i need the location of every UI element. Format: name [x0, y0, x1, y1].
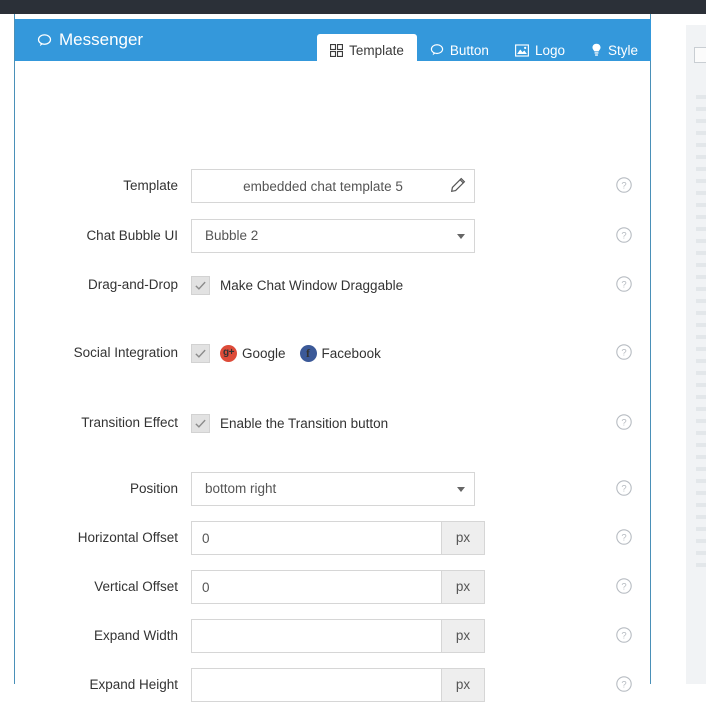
field-chat-bubble-ui: Bubble 2: [191, 219, 475, 253]
vertical-offset-input[interactable]: [191, 570, 441, 604]
adjacent-panel-surface: [686, 25, 706, 684]
svg-text:?: ?: [621, 533, 626, 544]
label-transition-effect: Transition Effect: [81, 415, 178, 430]
social-item-facebook[interactable]: f Facebook: [299, 344, 381, 362]
label-template: Template: [123, 178, 178, 193]
settings-form: Template ?: [15, 61, 650, 702]
transition-effect-checkbox[interactable]: [191, 413, 210, 433]
position-select[interactable]: bottom right: [191, 472, 475, 506]
browser-top-bar: [0, 0, 706, 14]
label-drag-and-drop: Drag-and-Drop: [87, 277, 178, 292]
tab-button-label: Button: [449, 42, 489, 58]
field-template: [191, 169, 475, 203]
social-network-list: g+ Google f Facebook: [220, 344, 381, 362]
expand-height-input[interactable]: [191, 668, 441, 702]
placeholder-box: [694, 47, 706, 63]
tab-logo-label: Logo: [534, 42, 565, 58]
expand-width-input[interactable]: [191, 619, 441, 653]
chat-bubble-ui-select[interactable]: Bubble 2: [191, 219, 475, 253]
social-item-google-label: Google: [242, 345, 286, 361]
help-icon[interactable]: ?: [616, 344, 632, 360]
svg-text:?: ?: [621, 280, 626, 291]
help-icon[interactable]: ?: [616, 627, 632, 643]
field-position: bottom right: [191, 472, 475, 506]
horizontal-offset-unit: px: [441, 521, 485, 555]
label-social-integration: Social Integration: [73, 345, 178, 360]
form-row-chat-bubble-ui: Chat Bubble UI Bubble 2 ?: [15, 219, 650, 253]
form-row-horizontal-offset: Horizontal Offset px ?: [15, 521, 650, 555]
label-expand-width: Expand Width: [93, 628, 178, 643]
messenger-settings-panel: Messenger Template Button Logo Style Tem…: [14, 14, 651, 702]
social-item-google[interactable]: g+ Google: [220, 344, 286, 362]
panel-header: Messenger Template Button Logo Style: [15, 19, 651, 66]
social-item-facebook-label: Facebook: [321, 345, 381, 361]
grid-icon: [330, 43, 344, 57]
help-icon[interactable]: ?: [616, 578, 632, 594]
svg-text:?: ?: [621, 231, 626, 242]
form-row-drag-and-drop: Drag-and-Drop Make Chat Window Draggable…: [15, 268, 650, 302]
picture-icon: [514, 43, 529, 57]
tab-template-label: Template: [349, 42, 404, 58]
svg-text:?: ?: [621, 484, 626, 495]
label-expand-height: Expand Height: [89, 677, 178, 692]
form-row-transition-effect: Transition Effect Enable the Transition …: [15, 406, 650, 440]
brand-label: Messenger: [59, 30, 144, 49]
form-row-vertical-offset: Vertical Offset px ?: [15, 570, 650, 604]
field-expand-width: px: [191, 619, 485, 653]
svg-text:?: ?: [621, 680, 626, 691]
help-icon[interactable]: ?: [616, 227, 632, 243]
pencil-icon[interactable]: [450, 177, 466, 193]
form-row-expand-height: Expand Height px ?: [15, 668, 650, 702]
form-row-expand-width: Expand Width px ?: [15, 619, 650, 653]
svg-text:?: ?: [621, 181, 626, 192]
help-icon[interactable]: ?: [616, 177, 632, 193]
field-expand-height: px: [191, 668, 485, 702]
template-input[interactable]: [191, 169, 475, 203]
field-vertical-offset: px: [191, 570, 485, 604]
help-icon[interactable]: ?: [616, 414, 632, 430]
form-row-position: Position bottom right ?: [15, 472, 650, 506]
svg-text:?: ?: [621, 631, 626, 642]
facebook-icon: f: [299, 344, 317, 362]
google-plus-icon: g+: [220, 344, 237, 362]
label-vertical-offset: Vertical Offset: [94, 579, 178, 594]
form-row-social-integration: Social Integration g+ Google f Facebook …: [15, 336, 650, 370]
help-icon[interactable]: ?: [616, 276, 632, 292]
help-icon[interactable]: ?: [616, 529, 632, 545]
expand-width-unit: px: [441, 619, 485, 653]
speech-bubble-icon: [430, 43, 444, 57]
horizontal-offset-input[interactable]: [191, 521, 441, 555]
svg-text:?: ?: [621, 348, 626, 359]
brand: Messenger: [37, 30, 143, 50]
expand-height-unit: px: [441, 668, 485, 702]
help-icon[interactable]: ?: [616, 676, 632, 692]
svg-text:?: ?: [621, 582, 626, 593]
speech-bubble-icon: [37, 33, 52, 48]
adjacent-panel-preview: [664, 14, 706, 684]
label-horizontal-offset: Horizontal Offset: [77, 530, 178, 545]
lightbulb-icon: [591, 43, 602, 57]
vertical-offset-unit: px: [441, 570, 485, 604]
transition-effect-checkbox-label: Enable the Transition button: [220, 415, 389, 431]
field-transition-effect: Enable the Transition button: [191, 406, 475, 440]
help-icon[interactable]: ?: [616, 480, 632, 496]
social-integration-checkbox[interactable]: [191, 343, 210, 363]
label-position: Position: [129, 481, 178, 496]
drag-and-drop-checkbox-label: Make Chat Window Draggable: [220, 277, 404, 293]
field-social-integration: g+ Google f Facebook: [191, 336, 475, 370]
drag-and-drop-checkbox[interactable]: [191, 275, 210, 295]
field-horizontal-offset: px: [191, 521, 485, 555]
label-chat-bubble-ui: Chat Bubble UI: [86, 228, 178, 243]
svg-text:?: ?: [621, 418, 626, 429]
tab-style-label: Style: [607, 42, 638, 58]
field-drag-and-drop: Make Chat Window Draggable: [191, 268, 475, 302]
placeholder-lines: [696, 95, 706, 674]
form-row-template: Template ?: [15, 169, 650, 203]
